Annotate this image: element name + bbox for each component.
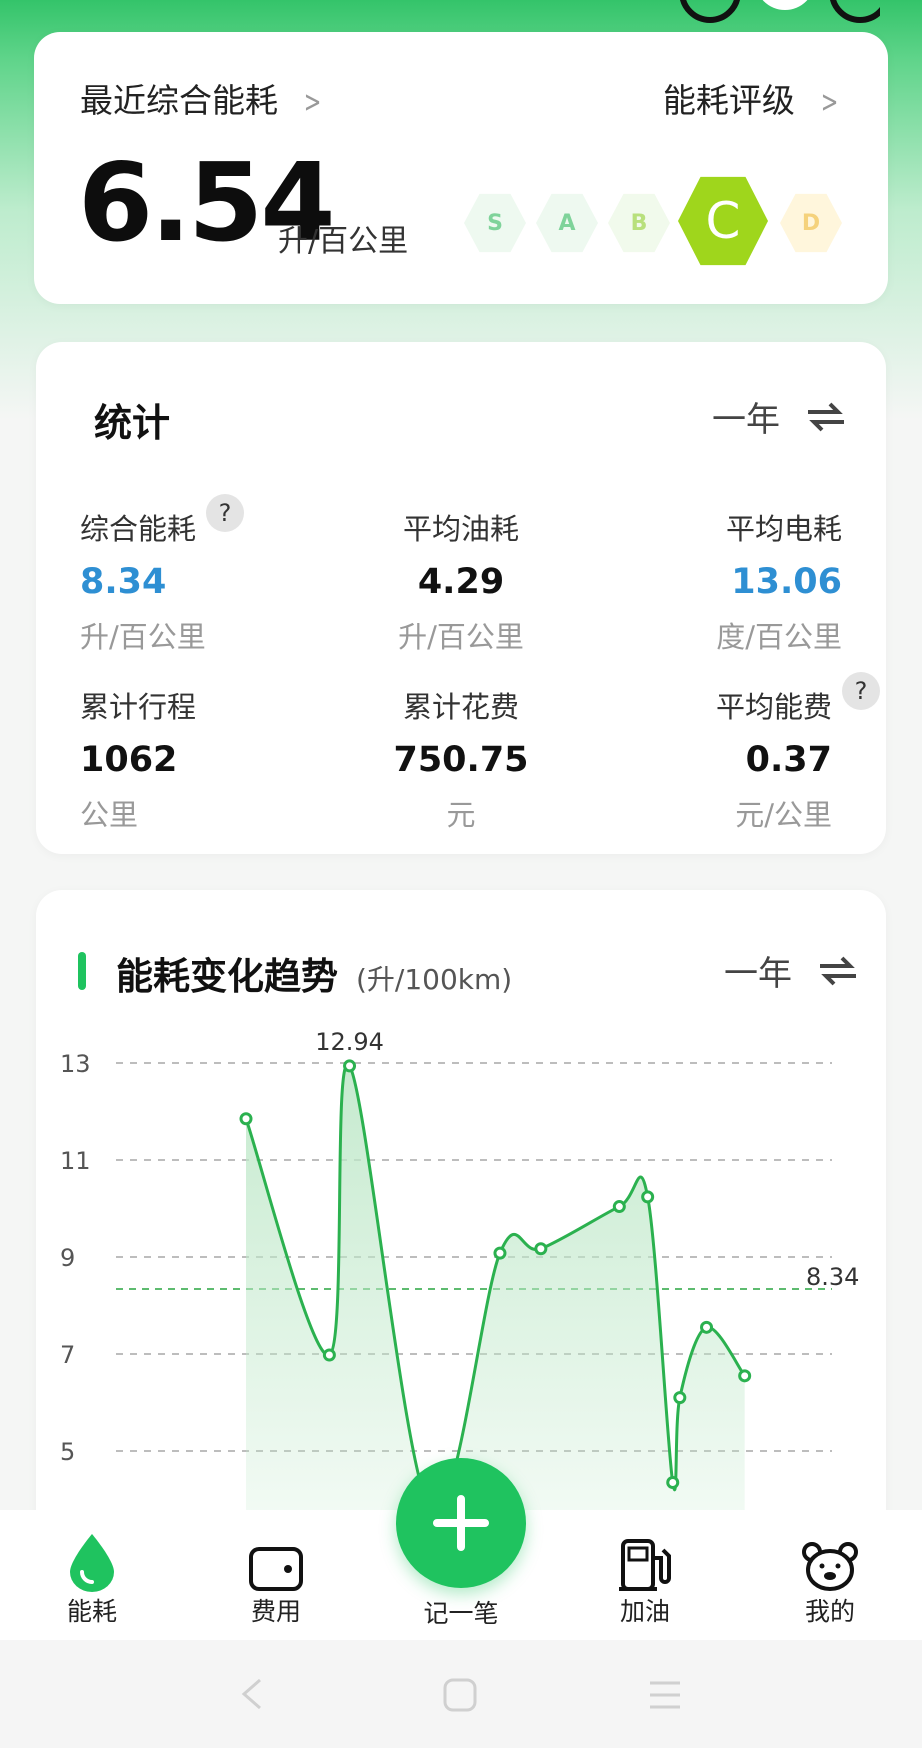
stat-fuel-value: 4.29: [417, 562, 505, 602]
add-record-label: 记一笔: [423, 1599, 499, 1628]
stat-fuel: 平均油耗 4.29 升/百公里: [336, 506, 586, 656]
stat-electric-value: 13.06: [731, 562, 842, 602]
stat-distance-label: 累计行程: [80, 690, 197, 724]
data-point: [493, 1246, 507, 1260]
recent-consumption-unit: 升/百公里: [278, 224, 409, 259]
stat-combined-label: 综合能耗: [80, 512, 197, 546]
stat-combined-unit: 升/百公里: [80, 620, 206, 654]
tab-fuel-label: 加油: [619, 1597, 670, 1626]
tab-mine[interactable]: 我的: [770, 1530, 890, 1628]
fuel-pump-icon: [619, 1539, 671, 1591]
y-tick-label: 5: [60, 1438, 75, 1466]
tab-fuel[interactable]: 加油: [585, 1530, 705, 1628]
data-point: [700, 1320, 714, 1334]
stats-period-label: 一年: [712, 400, 780, 440]
stats-card: 统计 一年 综合能耗? 8.34 升/百公里 平均油耗 4.29 升/百公里 平…: [36, 342, 886, 854]
data-point: [641, 1190, 655, 1204]
energy-rating-link[interactable]: 能耗评级 >: [663, 74, 842, 122]
tab-energy[interactable]: 能耗: [32, 1530, 152, 1628]
tab-cost[interactable]: 费用: [216, 1530, 336, 1628]
data-point: [666, 1476, 680, 1490]
swap-icon: [808, 402, 844, 431]
stat-electric-unit: 度/百公里: [716, 620, 842, 654]
grade-a-badge: A: [536, 193, 598, 253]
help-icon[interactable]: ?: [842, 672, 880, 710]
help-icon[interactable]: ?: [206, 494, 245, 532]
stats-period-switch[interactable]: 一年: [712, 392, 846, 441]
y-tick-label: 11: [60, 1147, 91, 1175]
home-icon[interactable]: [443, 1678, 477, 1712]
add-record-button[interactable]: [396, 1458, 526, 1588]
system-nav-bar: [0, 1640, 922, 1748]
max-value-label: 12.94: [315, 1028, 384, 1056]
grade-s-badge: S: [464, 193, 526, 253]
data-point: [239, 1112, 253, 1126]
data-point: [343, 1059, 357, 1073]
recent-consumption-card: 最近综合能耗 > 能耗评级 > 6.54 升/百公里 S A B C D: [34, 32, 888, 304]
stat-fuel-label: 平均油耗: [402, 512, 519, 546]
stat-distance: 累计行程 1062 公里: [80, 684, 330, 834]
data-point: [612, 1200, 626, 1214]
recent-consumption-label: 最近综合能耗: [80, 81, 278, 120]
stat-energy-cost: 平均能费? 0.37 元/公里: [530, 672, 880, 834]
tab-cost-label: 费用: [250, 1597, 301, 1626]
stat-energy-cost-value: 0.37: [745, 740, 832, 780]
data-point: [673, 1391, 687, 1405]
drop-icon: [70, 1534, 114, 1592]
stat-fuel-unit: 升/百公里: [398, 620, 524, 654]
energy-rating-label: 能耗评级: [662, 81, 795, 120]
grade-d-badge: D: [780, 193, 842, 253]
back-icon[interactable]: [240, 1678, 264, 1710]
menu-icon[interactable]: [648, 1680, 682, 1710]
chevron-right-icon: >: [820, 85, 839, 120]
plus-icon: [433, 1495, 489, 1551]
tab-mine-label: 我的: [804, 1597, 855, 1626]
chevron-right-icon: >: [303, 85, 322, 120]
stats-title: 统计: [94, 401, 171, 445]
y-tick-label: 9: [60, 1244, 75, 1272]
recent-consumption-link[interactable]: 最近综合能耗 >: [80, 74, 325, 122]
stat-energy-cost-label: 平均能费: [715, 690, 832, 724]
grade-c-badge-active: C: [678, 176, 768, 266]
stat-electric-label: 平均电耗: [725, 512, 842, 546]
stat-distance-unit: 公里: [80, 798, 139, 832]
tab-energy-label: 能耗: [66, 1597, 117, 1626]
stat-energy-cost-unit: 元/公里: [735, 798, 832, 832]
y-tick-label: 13: [60, 1050, 91, 1078]
average-line-label: 8.34: [806, 1263, 859, 1291]
stat-combined: 综合能耗? 8.34 升/百公里: [80, 494, 330, 656]
data-point: [534, 1242, 548, 1256]
data-point: [738, 1369, 752, 1383]
data-point: [322, 1348, 336, 1362]
wallet-icon: [249, 1547, 303, 1591]
y-tick-label: 7: [60, 1341, 75, 1369]
bear-icon: [802, 1542, 858, 1591]
grade-b-badge: B: [608, 193, 670, 253]
stat-combined-value: 8.34: [80, 562, 167, 602]
stat-electric: 平均电耗 13.06 度/百公里: [592, 506, 842, 656]
stat-distance-value: 1062: [80, 740, 178, 780]
